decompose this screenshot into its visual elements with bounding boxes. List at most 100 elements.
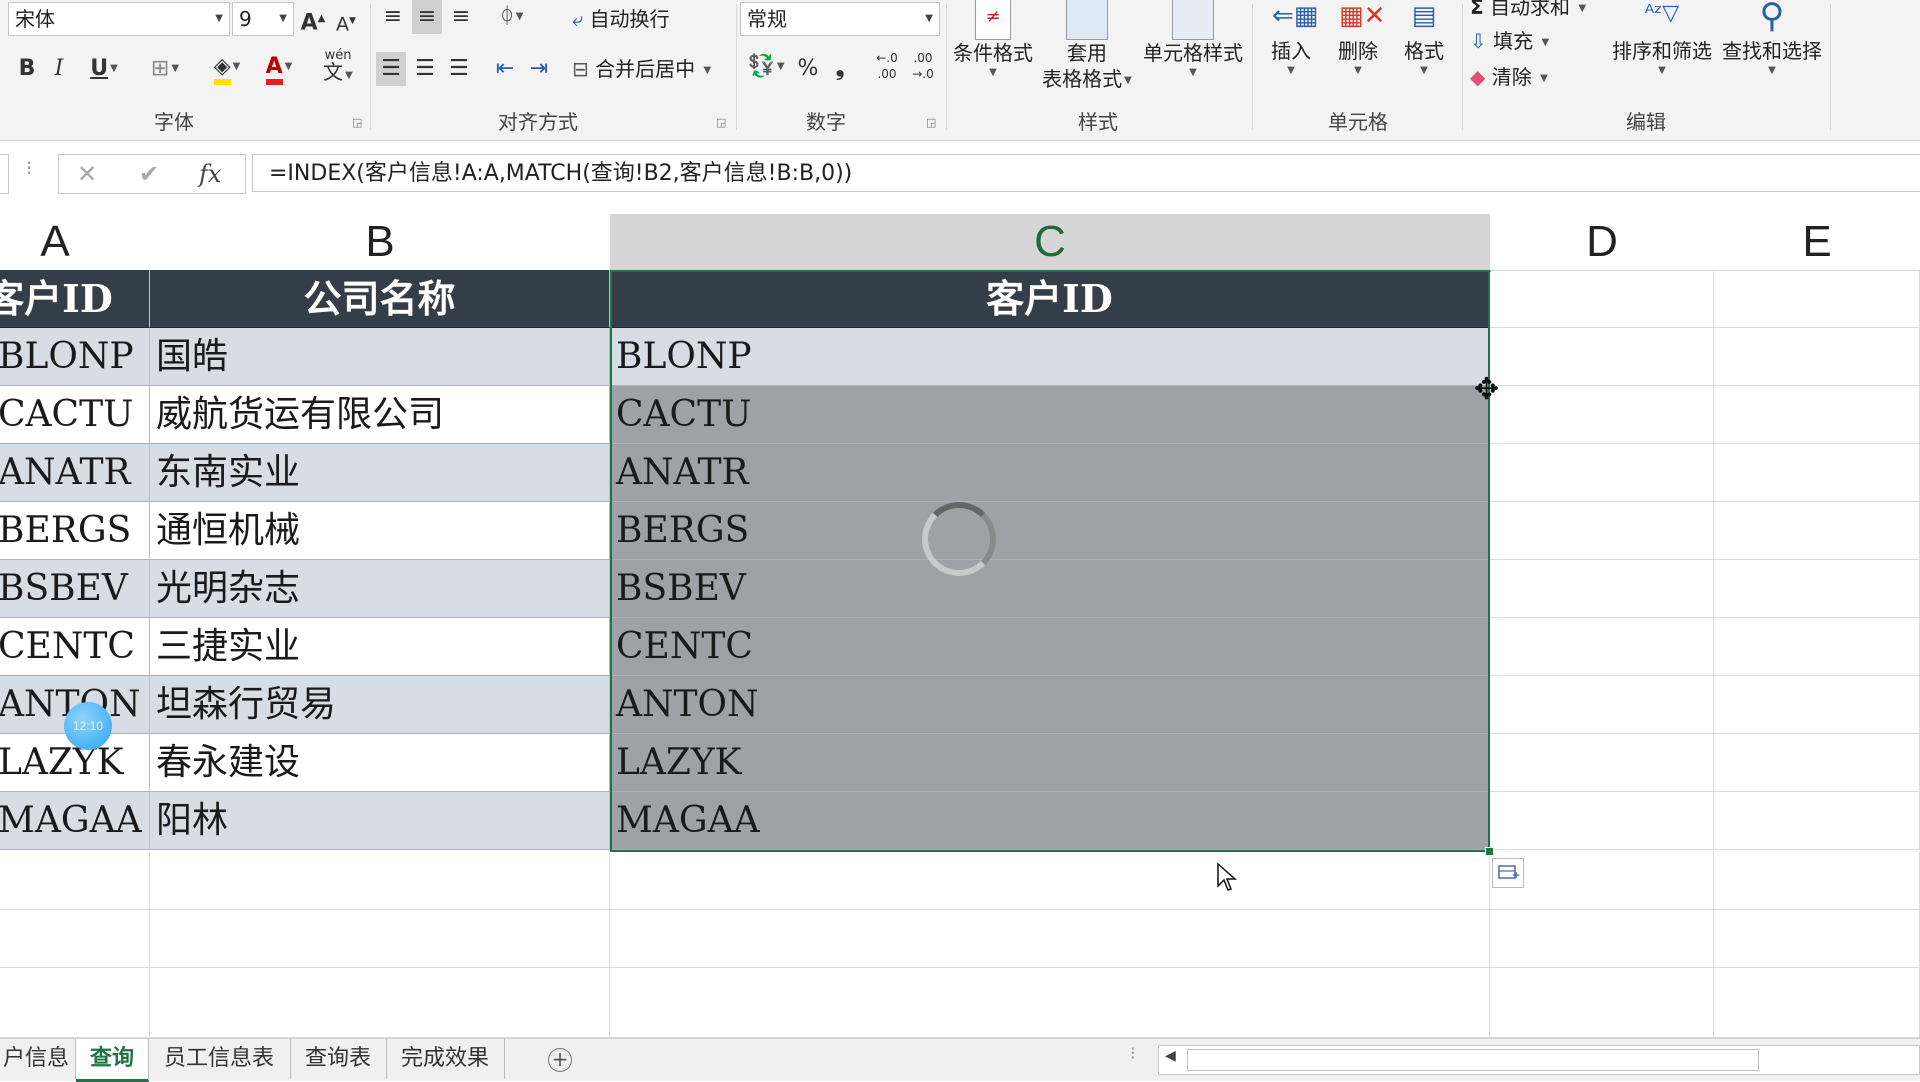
empty-cell[interactable] <box>0 852 150 910</box>
empty-cell[interactable] <box>1490 676 1714 734</box>
delete-button[interactable]: ▦✕ 删除 ▼ <box>1326 0 1390 78</box>
empty-cell[interactable] <box>1490 910 1714 968</box>
cell-customer-id[interactable]: BLONP <box>0 328 150 386</box>
cell-customer-id[interactable]: CACTU <box>0 386 150 444</box>
cell-company-name[interactable]: 威航货运有限公司 <box>150 386 610 444</box>
font-name-dropdown[interactable]: 宋体 ▼ <box>8 2 230 36</box>
align-left-icon[interactable]: ☰ <box>376 52 406 86</box>
dialog-launcher-icon[interactable]: ◲ <box>926 116 936 129</box>
decrease-font-size-icon[interactable]: A▼ <box>332 4 360 41</box>
cell-lookup-id[interactable]: BSBEV <box>610 560 1490 618</box>
align-middle-icon[interactable]: ≡ <box>412 0 442 34</box>
empty-cell[interactable] <box>1490 270 1714 328</box>
empty-cell[interactable] <box>1714 502 1920 560</box>
wrap-text-button[interactable]: ⤶ 自动换行 <box>572 4 670 34</box>
format-button[interactable]: ▤ 格式 ▼ <box>1392 0 1456 78</box>
empty-cell[interactable] <box>1490 328 1714 386</box>
empty-cell[interactable] <box>1490 444 1714 502</box>
cell-company-name[interactable]: 坦森行贸易 <box>150 676 610 734</box>
empty-cell[interactable] <box>1714 734 1920 792</box>
cell-company-name[interactable]: 国皓 <box>150 328 610 386</box>
sheet-tab-final-result[interactable]: 完成效果 <box>386 1039 505 1079</box>
cell-lookup-id[interactable]: MAGAA <box>610 792 1490 850</box>
cell-company-name[interactable]: 东南实业 <box>150 444 610 502</box>
empty-cell[interactable] <box>1490 734 1714 792</box>
header-cell-lookup-id[interactable]: 客户ID <box>610 270 1490 328</box>
align-right-icon[interactable]: ☰ <box>444 52 474 86</box>
empty-cell[interactable] <box>0 910 150 968</box>
empty-cell[interactable] <box>1714 676 1920 734</box>
scroll-splitter[interactable]: ⁝ <box>1130 1043 1136 1064</box>
empty-cell[interactable] <box>1714 618 1920 676</box>
phonetic-button[interactable]: wén 文 ▼ <box>314 48 362 84</box>
clear-button[interactable]: ◆ 清除 ▼ <box>1470 62 1548 94</box>
sheet-tab-query-table[interactable]: 查询表 <box>290 1039 387 1079</box>
conditional-format-button[interactable]: ≠ 条件格式 ▼ <box>950 0 1036 80</box>
cell-lookup-id[interactable]: BERGS <box>610 502 1490 560</box>
scroll-left-icon[interactable]: ◀ <box>1165 1048 1176 1064</box>
font-size-dropdown[interactable]: 9 ▼ <box>232 2 294 36</box>
empty-cell[interactable] <box>0 968 150 1038</box>
underline-button[interactable]: U ▼ <box>82 52 126 86</box>
align-bottom-icon[interactable]: ≡ <box>446 0 476 34</box>
percent-style-button[interactable]: % <box>794 52 822 86</box>
column-header-d[interactable]: D <box>1490 214 1715 271</box>
empty-cell[interactable] <box>1714 910 1920 968</box>
empty-cell[interactable] <box>1490 792 1714 850</box>
empty-cell[interactable] <box>1714 386 1920 444</box>
empty-cell[interactable] <box>1714 968 1920 1038</box>
cell-lookup-id[interactable]: CENTC <box>610 618 1490 676</box>
column-header-b[interactable]: B <box>150 214 611 271</box>
font-color-button[interactable]: A ▼ <box>256 50 302 85</box>
insert-function-icon[interactable]: fx <box>199 157 221 191</box>
cell-lookup-id[interactable]: BLONP <box>610 328 1490 386</box>
empty-cell[interactable] <box>1714 270 1920 328</box>
orientation-icon[interactable]: ᛰ ▼ <box>490 0 534 34</box>
cell-customer-id[interactable]: MAGAA <box>0 792 150 850</box>
fill-color-button[interactable]: ◈ ▼ <box>202 50 252 85</box>
cell-company-name[interactable]: 阳林 <box>150 792 610 850</box>
cell-lookup-id[interactable]: LAZYK <box>610 734 1490 792</box>
empty-cell[interactable] <box>610 852 1490 910</box>
empty-cell[interactable] <box>1490 618 1714 676</box>
empty-cell[interactable] <box>610 910 1490 968</box>
empty-cell[interactable] <box>150 852 610 910</box>
empty-cell[interactable] <box>1490 560 1714 618</box>
increase-decimal-icon[interactable]: ←.0.00 <box>872 50 902 82</box>
comma-style-button[interactable]: ❟ <box>828 52 852 86</box>
increase-font-size-icon[interactable]: A▲ <box>298 2 328 40</box>
cell-customer-id[interactable]: CENTC <box>0 618 150 676</box>
name-box[interactable] <box>0 154 9 194</box>
header-cell-company-name[interactable]: 公司名称 <box>150 270 610 328</box>
column-header-c[interactable]: C <box>610 214 1491 272</box>
header-cell-customer-id[interactable]: 客户ID <box>0 270 150 328</box>
cell-company-name[interactable]: 春永建设 <box>150 734 610 792</box>
fill-handle[interactable] <box>1485 847 1494 856</box>
empty-cell[interactable] <box>1714 852 1920 910</box>
cell-customer-id[interactable]: BSBEV <box>0 560 150 618</box>
empty-cell[interactable] <box>610 968 1490 1038</box>
cell-customer-id[interactable]: BERGS <box>0 502 150 560</box>
empty-cell[interactable] <box>1714 560 1920 618</box>
format-as-table-button[interactable]: 套用 表格格式 ▼ <box>1038 0 1136 94</box>
cell-company-name[interactable]: 通恒机械 <box>150 502 610 560</box>
empty-cell[interactable] <box>1490 502 1714 560</box>
dialog-launcher-icon[interactable]: ◲ <box>716 116 726 129</box>
fill-button[interactable]: ⇩ 填充 ▼ <box>1470 26 1549 58</box>
borders-button[interactable]: ⊞ ▼ <box>142 52 188 86</box>
cell-company-name[interactable]: 三捷实业 <box>150 618 610 676</box>
insert-button[interactable]: ⇐▦ 插入 ▼ <box>1258 0 1324 78</box>
sheet-tab-employee-info[interactable]: 员工信息表 <box>148 1039 291 1079</box>
column-header-e[interactable]: E <box>1714 214 1920 271</box>
cancel-icon[interactable]: ✕ <box>77 157 97 191</box>
enter-icon[interactable]: ✔ <box>139 157 159 191</box>
increase-indent-icon[interactable]: ⇥ <box>524 52 554 86</box>
align-top-icon[interactable]: ≡ <box>378 0 408 34</box>
empty-cell[interactable] <box>1714 444 1920 502</box>
find-select-button[interactable]: ⚲ 查找和选择 ▼ <box>1718 0 1826 78</box>
cell-styles-button[interactable]: 单元格样式 ▼ <box>1138 0 1248 80</box>
empty-cell[interactable] <box>1490 968 1714 1038</box>
number-format-dropdown[interactable]: 常规 ▼ <box>740 2 940 36</box>
merge-center-button[interactable]: ⊟ 合并后居中 ▼ <box>572 54 711 86</box>
cell-customer-id[interactable]: ANATR <box>0 444 150 502</box>
